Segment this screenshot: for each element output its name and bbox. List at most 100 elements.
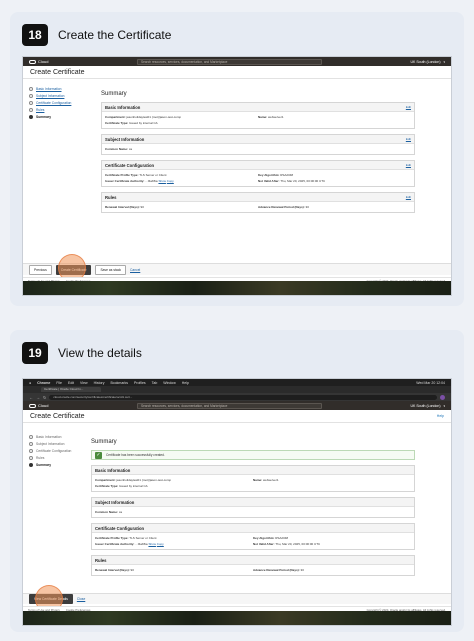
field-value: Issued by internal CA — [129, 121, 158, 125]
menu-app-name[interactable]: Chrome — [37, 381, 50, 385]
compartment-field: Compartment: jasonholidaylew01 (root)/ja… — [95, 478, 253, 482]
previous-button[interactable]: Previous — [29, 264, 52, 275]
wizard-step-label: Subject Information — [36, 94, 65, 98]
field-value: jasonholidaylew01 (root)/jason-test-comp — [126, 115, 182, 119]
menubar-clock: Wed Mar 20 12:04 — [416, 380, 445, 385]
issuer-ca-field: Issuer Certificate Authority: ...f4ab5ia… — [105, 179, 258, 183]
menu-tab[interactable]: Tab — [152, 381, 158, 385]
wizard-step-rules[interactable]: Rules — [29, 108, 89, 112]
address-bar[interactable]: cloud.oracle.com/security/certificates/c… — [49, 394, 437, 400]
wizard-steps: Basic Information Subject Information Ce… — [29, 435, 89, 470]
back-icon[interactable]: ← — [29, 395, 33, 400]
menu-window[interactable]: Window — [163, 381, 175, 385]
menu-bookmarks[interactable]: Bookmarks — [110, 381, 128, 385]
wizard-action-bar: Previous Create Certificate Save as stac… — [23, 263, 451, 275]
key-algorithm-field: Key Algorithm: RSA2048 — [258, 173, 411, 177]
panel-header: Rules Edit — [102, 193, 414, 202]
macos-menubar: ● Chrome File Edit View History Bookmark… — [23, 379, 451, 386]
edit-link[interactable]: Edit — [406, 137, 411, 141]
help-link[interactable]: Help — [437, 414, 444, 418]
current-step-icon — [29, 463, 33, 467]
wizard-step-label: Basic Information — [36, 435, 62, 439]
close-link[interactable]: Close — [77, 597, 85, 601]
console-header: Cloud Search resources, services, docume… — [23, 401, 451, 410]
console-search-input[interactable]: Search resources, services, documentatio… — [136, 402, 322, 409]
show-link[interactable]: Show — [148, 542, 156, 546]
browser-tab[interactable]: Certificate | Oracle Cloud In... — [41, 387, 101, 392]
show-link[interactable]: Show — [158, 179, 166, 183]
summary-heading: Summary — [91, 439, 117, 445]
edit-link[interactable]: Edit — [406, 163, 411, 167]
step-circle-icon — [29, 442, 33, 446]
profile-avatar[interactable] — [440, 394, 445, 400]
field-value: TLS Server or Client — [129, 536, 157, 540]
save-as-stack-button[interactable]: Save as stack — [95, 264, 127, 275]
console-header: Cloud Search resources, services, docume… — [23, 57, 451, 66]
oracle-logo[interactable]: Cloud — [29, 403, 48, 408]
field-label: Name: — [253, 478, 263, 482]
check-circle-icon — [29, 108, 33, 112]
wizard-step-label: Rules — [36, 108, 45, 112]
check-circle-icon — [29, 101, 33, 105]
region-selector[interactable]: UK South (London) ▾ — [411, 60, 445, 64]
wizard-steps: Basic Information Subject Information Ce… — [29, 87, 89, 122]
field-value: webserver1 — [268, 115, 284, 119]
panel-basic-information: Basic Information Compartment: jasonholi… — [91, 465, 415, 492]
field-value: Thu, Mar 20, 2025, 00:00:00 UTC — [280, 179, 326, 183]
step-header: 18 Create the Certificate — [22, 24, 171, 46]
menu-profiles[interactable]: Profiles — [134, 381, 146, 385]
wizard-step-summary: Summary — [29, 115, 89, 119]
profile-type-field: Certificate Profile Type: TLS Server or … — [105, 173, 258, 177]
common-name-field: Common Name: ca — [105, 147, 258, 151]
wizard-step-label: Rules — [36, 456, 45, 460]
apple-icon[interactable]: ● — [29, 381, 31, 385]
panel-header: Certificate Configuration — [92, 524, 414, 533]
wizard-step-basic-information[interactable]: Basic Information — [29, 87, 89, 91]
menu-view[interactable]: View — [80, 381, 88, 385]
panel-subject-information: Subject Information Edit Common Name: ca — [101, 134, 415, 155]
summary-area: Summary Basic Information Edit Compartmen… — [101, 91, 415, 218]
reload-icon[interactable]: ↻ — [43, 395, 46, 400]
field-label: Advance Renewal Period (Days): — [258, 205, 305, 209]
console-search-input[interactable]: Search resources, services, documentatio… — [136, 58, 322, 65]
profile-type-field: Certificate Profile Type: TLS Server or … — [95, 536, 253, 540]
wizard-step-label: Summary — [36, 463, 52, 467]
field-label: Key Algorithm: — [253, 536, 275, 540]
field-label: Advance Renewal Period (Days): — [253, 568, 300, 572]
edit-link[interactable]: Edit — [406, 105, 411, 109]
wizard-step-certificate-configuration[interactable]: Certificate Configuration — [29, 101, 89, 105]
compartment-field: Compartment: jasonholidaylew01 (root)/ja… — [105, 115, 258, 119]
field-value: ...f4ab5ia — [135, 542, 148, 546]
chevron-down-icon: ▾ — [443, 59, 445, 64]
panel-title: Rules — [105, 194, 117, 200]
wizard-step-subject-information[interactable]: Subject Information — [29, 94, 89, 98]
oracle-ring-icon — [29, 59, 36, 64]
menu-help[interactable]: Help — [182, 381, 189, 385]
menu-history[interactable]: History — [94, 381, 105, 385]
field-value: jasonholidaylew01 (root)/jason-test-comp — [116, 478, 172, 482]
wizard-step-summary: Summary — [29, 463, 89, 467]
certificate-type-field: Certificate Type: Issued by internal CA — [95, 484, 253, 488]
oracle-ring-icon — [29, 403, 36, 408]
oracle-logo[interactable]: Cloud — [29, 59, 48, 64]
brand-label: Cloud — [38, 403, 49, 408]
menu-file[interactable]: File — [56, 381, 62, 385]
advance-renewal-field: Advance Renewal Period (Days): 30 — [253, 568, 411, 572]
forward-icon[interactable]: → — [36, 395, 40, 400]
step-title: View the details — [58, 346, 142, 360]
page-title: Create Certificate — [30, 412, 85, 420]
panel-title: Certificate Configuration — [95, 525, 145, 531]
copy-link[interactable]: Copy — [157, 542, 164, 546]
panel-title: Rules — [95, 557, 107, 563]
region-selector[interactable]: UK South (London) ▾ — [411, 404, 445, 408]
panel-title: Subject Information — [105, 136, 145, 142]
edit-link[interactable]: Edit — [406, 195, 411, 199]
cancel-link[interactable]: Cancel — [130, 268, 140, 272]
copy-link[interactable]: Copy — [167, 179, 174, 183]
field-value: ca — [128, 147, 133, 151]
field-value: webserver1 — [263, 478, 279, 482]
field-value: 90 — [130, 568, 134, 572]
menu-edit[interactable]: Edit — [68, 381, 74, 385]
field-value: Issued by internal CA — [119, 484, 148, 488]
panel-rules: Rules Edit Renewal Interval (Days): 90 Ad… — [101, 192, 415, 213]
